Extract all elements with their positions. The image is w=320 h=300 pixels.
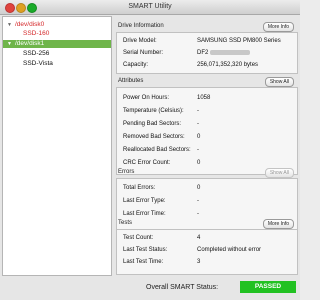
row-value: SAMSUNG SSD PM800 Series (197, 38, 281, 44)
tests-box: Test Count: 4 Last Test Status: Complete… (116, 229, 298, 275)
attributes-header: Attributes Show All (114, 77, 298, 87)
volume-item-ssd-256[interactable]: SSD-256 (3, 50, 111, 58)
info-row: Last Test Time: 3 (123, 258, 293, 266)
tests-more-info-button[interactable]: More Info (262, 219, 294, 229)
row-label: Last Test Time: (123, 259, 164, 265)
row-value: - (197, 108, 199, 114)
drive-more-info-button[interactable]: More Info (262, 22, 294, 32)
info-row: Last Test Status: Completed without erro… (123, 246, 293, 254)
volume-item-ssd-160[interactable]: SSD-160 (3, 30, 111, 38)
smart-utility-window: SMART Utility ▼ /dev/disk0 SSD-160 ▼ /de… (0, 0, 300, 300)
serial-value: DF2 (197, 50, 209, 56)
row-value: - (197, 211, 199, 217)
section-title: Drive Information (118, 23, 164, 29)
row-label: Last Test Status: (123, 247, 168, 253)
row-label: CRC Error Count: (123, 160, 171, 166)
errors-show-all-button[interactable]: Show All (264, 168, 294, 178)
row-value: - (197, 147, 199, 153)
row-value: Completed without error (197, 247, 262, 253)
volume-label: SSD-256 (23, 50, 50, 57)
disk-list: ▼ /dev/disk0 SSD-160 ▼ /dev/disk1 SSD-25… (2, 16, 112, 276)
row-label: Power On Hours: (123, 95, 170, 101)
attributes-box: Power On Hours: 1058 Temperature (Celsiu… (116, 87, 298, 175)
row-label: Last Error Type: (123, 198, 166, 204)
row-label: Serial Number: (123, 50, 164, 56)
info-row: Power On Hours: 1058 (123, 94, 293, 102)
info-row: Temperature (Celsius): - (123, 107, 293, 115)
row-value: - (197, 198, 199, 204)
disk-item-disk1[interactable]: ▼ /dev/disk1 (3, 40, 111, 48)
row-value: - (197, 121, 199, 127)
row-value: 3 (197, 259, 201, 265)
row-label: Temperature (Celsius): (123, 108, 184, 114)
row-value: 1058 (197, 95, 211, 101)
status-bar: Overall SMART Status: PASSED (0, 278, 300, 300)
info-row: Capacity: 256,071,352,320 bytes (123, 61, 293, 69)
attributes-show-all-button[interactable]: Show All (264, 77, 294, 87)
section-title: Tests (118, 220, 133, 226)
section-title: Attributes (118, 78, 144, 84)
volume-item-ssd-vista[interactable]: SSD-Vista (3, 60, 111, 68)
row-label: Removed Bad Sectors: (123, 134, 185, 140)
drive-info-header: Drive Information More Info (114, 22, 298, 32)
row-label: Test Count: (123, 235, 154, 241)
info-row: Reallocated Bad Sectors: - (123, 146, 293, 154)
info-row: Last Error Time: - (123, 210, 293, 218)
redacted-bar (210, 49, 251, 55)
row-label: Total Errors: (123, 185, 156, 191)
errors-header: Errors Show All (114, 168, 298, 178)
row-label: Drive Model: (123, 38, 157, 44)
title-bar: SMART Utility (0, 0, 300, 15)
row-label: Reallocated Bad Sectors: (123, 147, 191, 153)
tests-header: Tests More Info (114, 219, 298, 229)
disclosure-triangle-icon[interactable]: ▼ (7, 21, 12, 29)
disk-label: /dev/disk0 (15, 21, 45, 28)
row-value: 0 (197, 160, 201, 166)
info-row: Pending Bad Sectors: - (123, 120, 293, 128)
row-label: Capacity: (123, 62, 149, 68)
row-value: 4 (197, 235, 201, 241)
disk-item-disk0[interactable]: ▼ /dev/disk0 (3, 21, 111, 29)
info-row: Total Errors: 0 (123, 184, 293, 192)
row-label: Pending Bad Sectors: (123, 121, 182, 127)
row-value: 0 (197, 134, 201, 140)
info-row: Test Count: 4 (123, 234, 293, 242)
section-title: Errors (118, 169, 135, 175)
info-row: CRC Error Count: 0 (123, 159, 293, 167)
overall-status-label: Overall SMART Status: (146, 284, 219, 291)
row-value: 256,071,352,320 bytes (197, 62, 259, 68)
info-row: Serial Number: DF2 (123, 49, 293, 57)
row-value: DF2 (197, 49, 251, 57)
info-row: Last Error Type: - (123, 197, 293, 205)
info-row: Removed Bad Sectors: 0 (123, 133, 293, 141)
disk-label: /dev/disk1 (15, 40, 45, 47)
volume-label: SSD-Vista (23, 60, 53, 67)
row-label: Last Error Time: (123, 211, 166, 217)
window-title: SMART Utility (128, 3, 172, 10)
drive-info-box: Drive Model: SAMSUNG SSD PM800 Series Se… (116, 32, 298, 74)
volume-label: SSD-160 (23, 30, 50, 37)
row-value: 0 (197, 185, 201, 191)
info-row: Drive Model: SAMSUNG SSD PM800 Series (123, 37, 293, 45)
disclosure-triangle-icon[interactable]: ▼ (7, 40, 12, 48)
status-badge: PASSED (240, 281, 296, 293)
